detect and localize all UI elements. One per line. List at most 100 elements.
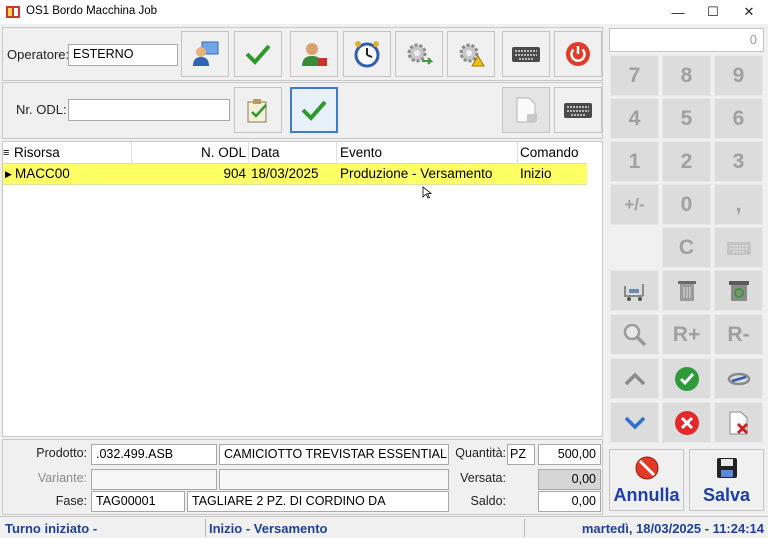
- prodotto-desc-field[interactable]: CAMICIOTTO TREVISTAR ESSENTIAL T: [219, 444, 449, 465]
- odl-toolbar: Nr. ODL:: [2, 82, 603, 139]
- salva-label: Salva: [702, 485, 751, 505]
- mouse-cursor-icon: [422, 186, 432, 199]
- cell-evento: Produzione - Versamento: [340, 166, 493, 181]
- fase-desc-field[interactable]: TAGLIARE 2 PZ. DI CORDINO DA: [187, 491, 449, 512]
- search-button[interactable]: [610, 314, 659, 355]
- annulla-label: Annulla: [613, 485, 680, 505]
- col-header-comando[interactable]: Comando: [520, 145, 579, 160]
- title-bar: OS1 Bordo Macchina Job — ☐ ✕: [0, 0, 768, 24]
- key-7[interactable]: 7: [610, 55, 659, 96]
- cell-data: 18/03/2025: [251, 166, 319, 181]
- maximize-button[interactable]: ☐: [695, 0, 731, 24]
- delete-button[interactable]: [662, 270, 711, 311]
- document-delete-icon: [729, 411, 748, 434]
- window-title: OS1 Bordo Macchina Job: [26, 5, 158, 17]
- saldo-field[interactable]: 0,00: [538, 491, 601, 512]
- power-icon: [566, 42, 590, 66]
- close-window-button[interactable]: ✕: [731, 0, 767, 24]
- operator-field[interactable]: ESTERNO: [68, 44, 178, 66]
- fase-code-field[interactable]: TAG00001: [91, 491, 185, 512]
- col-header-evento[interactable]: Evento: [340, 145, 382, 160]
- operator-toolbar: Operatore: ESTERNO: [2, 27, 603, 81]
- col-header-data[interactable]: Data: [251, 145, 280, 160]
- key-6[interactable]: 6: [714, 98, 763, 139]
- logout-operator-button[interactable]: [290, 31, 338, 77]
- floppy-disk-icon: [716, 458, 737, 478]
- x-circle-icon: [674, 410, 699, 435]
- chevron-down-icon: [624, 416, 645, 429]
- scroll-up-button[interactable]: [610, 358, 659, 399]
- link-button[interactable]: [714, 358, 763, 399]
- versata-label: Versata:: [460, 471, 506, 485]
- gear-arrow-icon: [407, 43, 434, 65]
- quantita-field[interactable]: 500,00: [538, 444, 601, 465]
- recycle-button[interactable]: [714, 270, 763, 311]
- cart-button[interactable]: [610, 270, 659, 311]
- stop-icon: [635, 456, 658, 480]
- status-datetime: martedì, 18/03/2025 - 11:24:14: [581, 521, 764, 536]
- key-r-minus[interactable]: R-: [714, 314, 763, 355]
- key-plus-minus[interactable]: +/-: [610, 184, 659, 225]
- grid-header: ≡ Risorsa N. ODL Data Evento Comando: [3, 142, 587, 164]
- key-2[interactable]: 2: [662, 141, 711, 182]
- variante-label: Variante:: [37, 471, 87, 485]
- keyboard-odl-button[interactable]: [554, 87, 602, 133]
- details-panel: Prodotto: .032.499.ASB CAMICIOTTO TREVIS…: [2, 439, 603, 515]
- key-8[interactable]: 8: [662, 55, 711, 96]
- key-1[interactable]: 1: [610, 141, 659, 182]
- confirm-operator-button[interactable]: [234, 31, 282, 77]
- confirm-odl-button[interactable]: [290, 87, 338, 133]
- odl-field[interactable]: [68, 99, 230, 121]
- keyboard-icon: [726, 241, 751, 255]
- key-clear[interactable]: C: [662, 227, 711, 268]
- key-3[interactable]: 3: [714, 141, 763, 182]
- prodotto-code-field[interactable]: .032.499.ASB: [91, 444, 217, 465]
- versata-field: 0,00: [538, 469, 601, 490]
- exit-button[interactable]: [554, 31, 602, 77]
- ok-button[interactable]: [662, 358, 711, 399]
- users-icon: [193, 41, 219, 66]
- grid-menu-icon[interactable]: ≡: [3, 147, 9, 159]
- scroll-down-button[interactable]: [610, 402, 659, 443]
- check-circle-icon: [674, 366, 699, 391]
- table-row[interactable]: ▶ MACC00 904 18/03/2025 Produzione - Ver…: [3, 164, 587, 185]
- cancel-button[interactable]: [662, 402, 711, 443]
- annulla-button[interactable]: Annulla: [609, 449, 684, 511]
- cell-odl: 904: [223, 166, 246, 181]
- gear-warning-icon: [459, 43, 485, 67]
- fase-label: Fase:: [55, 494, 87, 508]
- document-add-icon: [516, 97, 537, 123]
- new-document-button[interactable]: [502, 87, 550, 133]
- time-clock-button[interactable]: [343, 31, 391, 77]
- settings-warning-button[interactable]: [447, 31, 495, 77]
- alarm-clock-icon: [354, 41, 380, 68]
- key-9[interactable]: 9: [714, 55, 763, 96]
- um-field[interactable]: PZ: [507, 444, 535, 465]
- operator-label: Operatore:: [7, 47, 70, 62]
- col-header-odl[interactable]: N. ODL: [133, 145, 246, 160]
- minimize-button[interactable]: —: [660, 0, 696, 24]
- delete-document-button[interactable]: [714, 402, 763, 443]
- key-5[interactable]: 5: [662, 98, 711, 139]
- prodotto-label: Prodotto:: [36, 446, 87, 460]
- col-header-risorsa[interactable]: Risorsa: [14, 145, 60, 160]
- keypad-blank: [610, 227, 659, 268]
- status-bar: Turno iniziato - Inizio - Versamento mar…: [0, 516, 768, 538]
- recycle-bin-icon: [728, 280, 749, 301]
- keypad-display: 0: [609, 28, 764, 52]
- keypad-keyboard-button[interactable]: [714, 227, 763, 268]
- variante-code-field[interactable]: [91, 469, 217, 490]
- variante-desc-field[interactable]: [219, 469, 449, 490]
- change-operator-button[interactable]: [181, 31, 229, 77]
- settings-next-button[interactable]: [395, 31, 443, 77]
- status-event: Inizio - Versamento: [209, 521, 328, 536]
- key-r-plus[interactable]: R+: [662, 314, 711, 355]
- clipboard-check-icon: [247, 99, 267, 123]
- key-comma[interactable]: ,: [714, 184, 763, 225]
- keyboard-button[interactable]: [502, 31, 550, 77]
- odl-list-button[interactable]: [234, 87, 282, 133]
- key-0[interactable]: 0: [662, 184, 711, 225]
- salva-button[interactable]: Salva: [689, 449, 764, 511]
- search-icon: [623, 323, 646, 346]
- key-4[interactable]: 4: [610, 98, 659, 139]
